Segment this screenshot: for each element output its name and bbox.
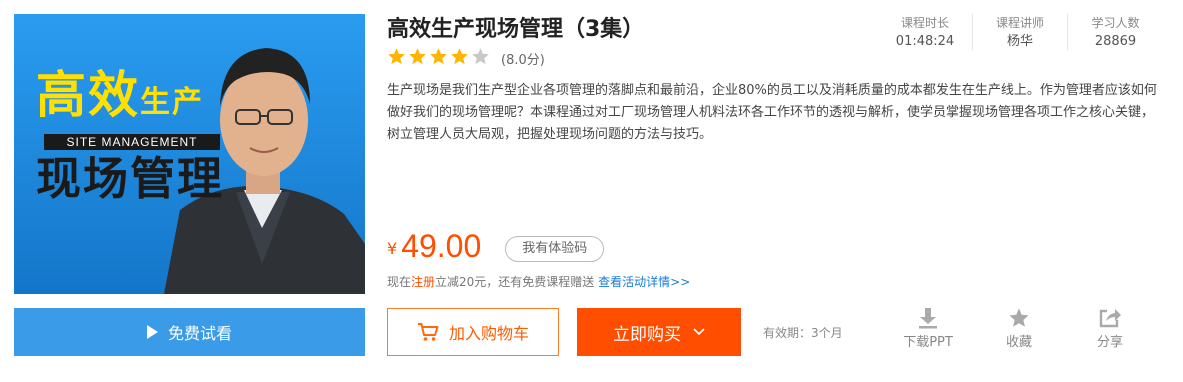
register-link[interactable]: 注册 — [411, 275, 435, 289]
course-cover-image[interactable]: 高效生产 SITE MANAGEMENT 现场管理 — [14, 14, 365, 294]
free-watch-button[interactable]: 免费试看 — [14, 308, 365, 356]
stat-value: 杨华 — [1006, 34, 1033, 49]
course-rating: (8.0分) — [387, 47, 545, 70]
stat-instructor: 课程讲师 杨华 — [973, 14, 1068, 50]
buy-now-button[interactable]: 立即购买 — [577, 308, 741, 356]
add-to-cart-label: 加入购物车 — [448, 324, 529, 343]
download-ppt-label: 下载PPT — [903, 335, 953, 350]
download-icon — [898, 306, 958, 330]
add-to-cart-button[interactable]: 加入购物车 — [387, 308, 559, 356]
favorite-label: 收藏 — [1005, 335, 1032, 350]
stat-learners: 学习人数 28869 — [1068, 14, 1163, 50]
stat-value: 28869 — [1094, 34, 1137, 49]
share-label: 分享 — [1096, 335, 1123, 350]
course-description: 生产现场是我们生产型企业各项管理的落脚点和最前沿，企业80%的员工以及消耗质量的… — [387, 83, 1157, 142]
star-filled-icon — [387, 47, 406, 66]
buy-now-label: 立即购买 — [613, 324, 681, 345]
download-ppt-action[interactable]: 下载PPT — [898, 306, 958, 352]
course-title: 高效生产现场管理（3集） — [387, 17, 645, 42]
chevron-down-icon — [693, 328, 705, 336]
free-watch-label: 免费试看 — [167, 324, 232, 343]
share-action[interactable]: 分享 — [1080, 306, 1140, 352]
activity-details-link[interactable]: 查看活动详情>> — [598, 275, 690, 289]
play-icon — [146, 325, 158, 339]
trial-code-button[interactable]: 我有体验码 — [505, 236, 605, 262]
star-filled-icon — [408, 47, 427, 66]
promo-prefix: 现在 — [387, 275, 412, 289]
promo-text: 现在注册立减20元，还有免费课程赠送 查看活动详情>> — [387, 273, 690, 290]
rating-score: (8.0分) — [501, 52, 545, 68]
cart-icon — [417, 322, 439, 342]
star-icon — [989, 306, 1049, 330]
share-icon — [1080, 306, 1140, 330]
price-row: ¥ 49.00 我有体验码 — [387, 228, 605, 264]
course-stats: 课程时长 01:48:24 课程讲师 杨华 学习人数 28869 — [878, 14, 1163, 50]
star-filled-icon — [450, 47, 469, 66]
cover-title-line2: 现场管理 — [36, 152, 225, 205]
star-empty-icon — [471, 47, 490, 66]
stat-duration: 课程时长 01:48:24 — [878, 14, 973, 50]
rating-stars — [387, 47, 492, 70]
stat-label: 学习人数 — [1091, 16, 1140, 30]
price-amount: 49.00 — [401, 228, 482, 264]
currency-symbol: ¥ — [387, 239, 398, 258]
validity-text: 有效期：3个月 — [763, 326, 843, 340]
star-filled-icon — [429, 47, 448, 66]
stat-label: 课程讲师 — [995, 16, 1044, 30]
cover-title-line1: 高效生产 — [36, 66, 204, 124]
stat-label: 课程时长 — [900, 16, 949, 30]
promo-middle: 立减20元，还有免费课程赠送 — [435, 275, 595, 289]
stat-value: 01:48:24 — [895, 34, 955, 49]
favorite-action[interactable]: 收藏 — [989, 306, 1049, 352]
cover-subtitle-en: SITE MANAGEMENT — [44, 134, 220, 150]
